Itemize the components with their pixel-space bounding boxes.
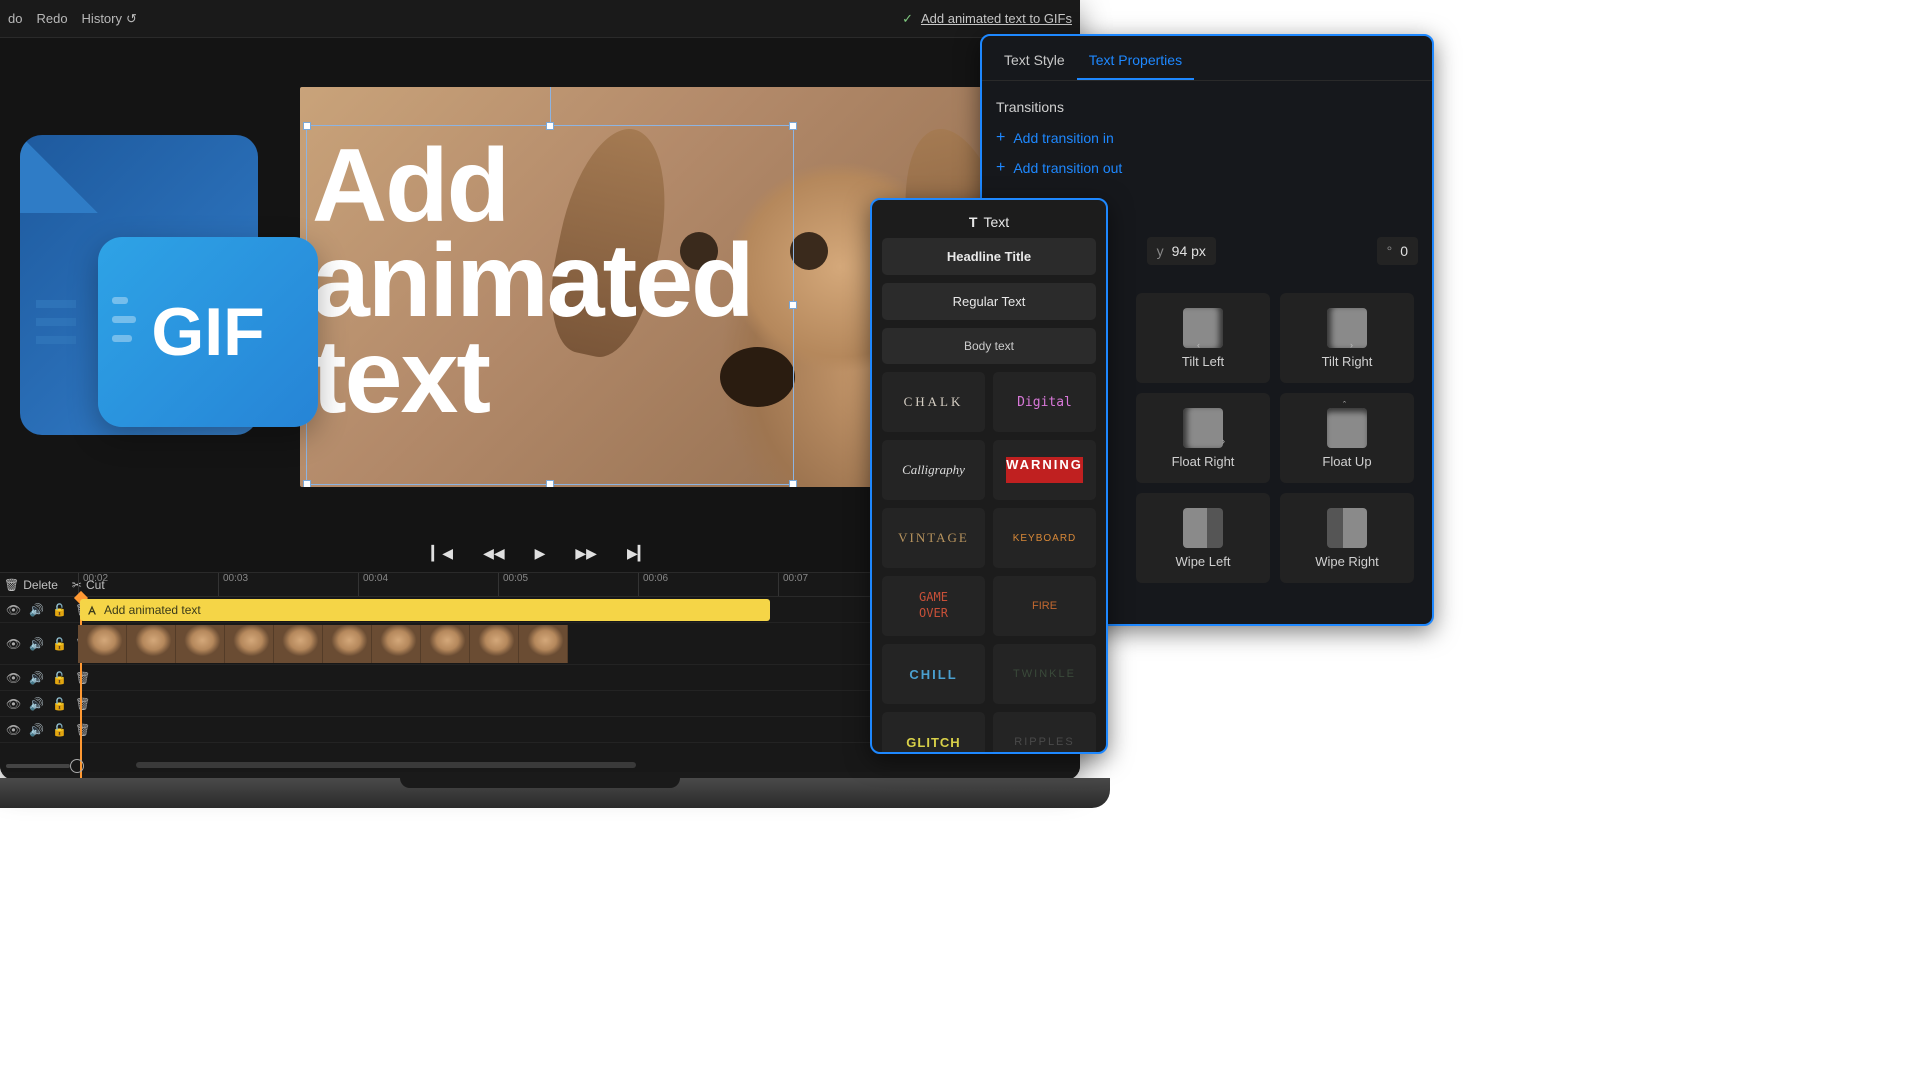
style-fire[interactable]: FIRE (993, 576, 1096, 636)
horizontal-scrollbar[interactable] (136, 762, 636, 768)
resize-handle[interactable] (303, 122, 311, 130)
zoom-slider[interactable] (6, 764, 70, 768)
laptop-notch (400, 778, 680, 788)
style-game-over[interactable]: GAME OVER (882, 576, 985, 636)
text-selection-box[interactable] (306, 125, 794, 485)
history-button[interactable]: History ↺ (82, 11, 137, 27)
speaker-icon[interactable]: 🔊 (29, 603, 44, 617)
style-warning[interactable]: WARNING (993, 440, 1096, 500)
history-label: History (82, 11, 122, 26)
gif-badge: GIF (98, 237, 318, 427)
delete-button[interactable]: 🗑Delete (4, 578, 58, 592)
style-digital[interactable]: Digital (993, 372, 1096, 432)
speaker-icon[interactable]: 🔊 (29, 723, 44, 737)
resize-handle[interactable] (789, 480, 797, 487)
lock-icon[interactable]: 🔓 (52, 671, 67, 685)
project-title[interactable]: Add animated text to GIFs (921, 11, 1072, 26)
resize-handle[interactable] (789, 122, 797, 130)
style-ripples[interactable]: RIPPLES (993, 712, 1096, 754)
ruler-tick: 00:05 (498, 573, 638, 596)
style-keyboard[interactable]: KEYBOARD (993, 508, 1096, 568)
text-style-grid: CHALK Digital Calligraphy WARNING VINTAG… (882, 372, 1096, 754)
skip-end-button[interactable]: ▶▎ (627, 545, 649, 562)
speaker-icon[interactable]: 🔊 (29, 697, 44, 711)
lock-icon[interactable]: 🔓 (52, 723, 67, 737)
rewind-button[interactable]: ◀◀ (483, 545, 505, 562)
transitions-heading: Transitions (982, 81, 1432, 123)
tab-text-style[interactable]: Text Style (992, 42, 1077, 80)
resize-handle[interactable] (303, 480, 311, 487)
redo-button[interactable]: Redo (36, 11, 67, 26)
top-bar: do Redo History ↺ ✓ Add animated text to… (0, 0, 1080, 38)
lock-icon[interactable]: 🔓 (52, 603, 67, 617)
fast-forward-button[interactable]: ▶▶ (575, 545, 597, 562)
y-position-input[interactable]: y94 px (1147, 237, 1216, 265)
resize-handle[interactable] (546, 122, 554, 130)
text-clip[interactable]: Add animated text (80, 599, 770, 621)
play-button[interactable]: ▶ (535, 545, 546, 562)
eye-icon[interactable]: 👁 (6, 697, 21, 711)
speaker-icon[interactable]: 🔊 (29, 637, 44, 651)
add-transition-in-button[interactable]: +Add transition in (982, 123, 1432, 153)
anim-wipe-left[interactable]: Wipe Left (1136, 493, 1270, 583)
eye-icon[interactable]: 👁 (6, 603, 21, 617)
save-status: ✓ Add animated text to GIFs (902, 11, 1072, 27)
eye-icon[interactable]: 👁 (6, 637, 21, 651)
plus-icon: + (996, 159, 1005, 177)
plus-icon: + (996, 129, 1005, 147)
anim-float-right[interactable]: ›Float Right (1136, 393, 1270, 483)
gif-file-icon: GIF (20, 135, 310, 435)
anim-tilt-right[interactable]: ›Tilt Right (1280, 293, 1414, 383)
text-styles-panel: T Text Headline Title Regular Text Body … (870, 198, 1108, 754)
text-t-icon: T (969, 214, 978, 230)
gif-label: GIF (151, 293, 264, 371)
speaker-icon[interactable]: 🔊 (29, 671, 44, 685)
lock-icon[interactable]: 🔓 (52, 637, 67, 651)
undo-button[interactable]: do (8, 11, 22, 26)
ruler-tick: 00:03 (218, 573, 358, 596)
style-calligraphy[interactable]: Calligraphy (882, 440, 985, 500)
resize-handle[interactable] (546, 480, 554, 487)
anim-tilt-left[interactable]: ‹Tilt Left (1136, 293, 1270, 383)
skip-start-button[interactable]: ▎◀ (432, 545, 454, 562)
eye-icon[interactable]: 👁 (6, 723, 21, 737)
video-clip[interactable] (78, 625, 568, 663)
anim-float-up[interactable]: ˆFloat Up (1280, 393, 1414, 483)
resize-handle[interactable] (789, 301, 797, 309)
tab-text-properties[interactable]: Text Properties (1077, 42, 1194, 80)
animation-grid: ‹Tilt Left ›Tilt Right ›Float Right ˆFlo… (1122, 293, 1428, 583)
text-panel-header: T Text (882, 210, 1096, 238)
ruler-tick: 00:06 (638, 573, 778, 596)
clip-label: Add animated text (104, 603, 201, 617)
body-text-button[interactable]: Body text (882, 328, 1096, 364)
style-chalk[interactable]: CHALK (882, 372, 985, 432)
rotation-input[interactable]: °0 (1377, 237, 1418, 265)
ruler-tick: 00:04 (358, 573, 498, 596)
eye-icon[interactable]: 👁 (6, 671, 21, 685)
text-a-icon (86, 604, 98, 616)
trash-icon: 🗑 (4, 578, 19, 592)
history-icon: ↺ (126, 11, 137, 27)
add-transition-out-button[interactable]: +Add transition out (982, 153, 1432, 183)
headline-title-button[interactable]: Headline Title (882, 238, 1096, 275)
ruler-tick: 00:02 (78, 573, 218, 596)
anim-wipe-right[interactable]: Wipe Right (1280, 493, 1414, 583)
lock-icon[interactable]: 🔓 (52, 697, 67, 711)
properties-tabs: Text Style Text Properties (982, 36, 1432, 81)
regular-text-button[interactable]: Regular Text (882, 283, 1096, 320)
check-icon: ✓ (902, 11, 913, 27)
style-vintage[interactable]: VINTAGE (882, 508, 985, 568)
style-chill[interactable]: CHILL (882, 644, 985, 704)
style-glitch[interactable]: GLITCH (882, 712, 985, 754)
style-twinkle[interactable]: TWINKLE (993, 644, 1096, 704)
